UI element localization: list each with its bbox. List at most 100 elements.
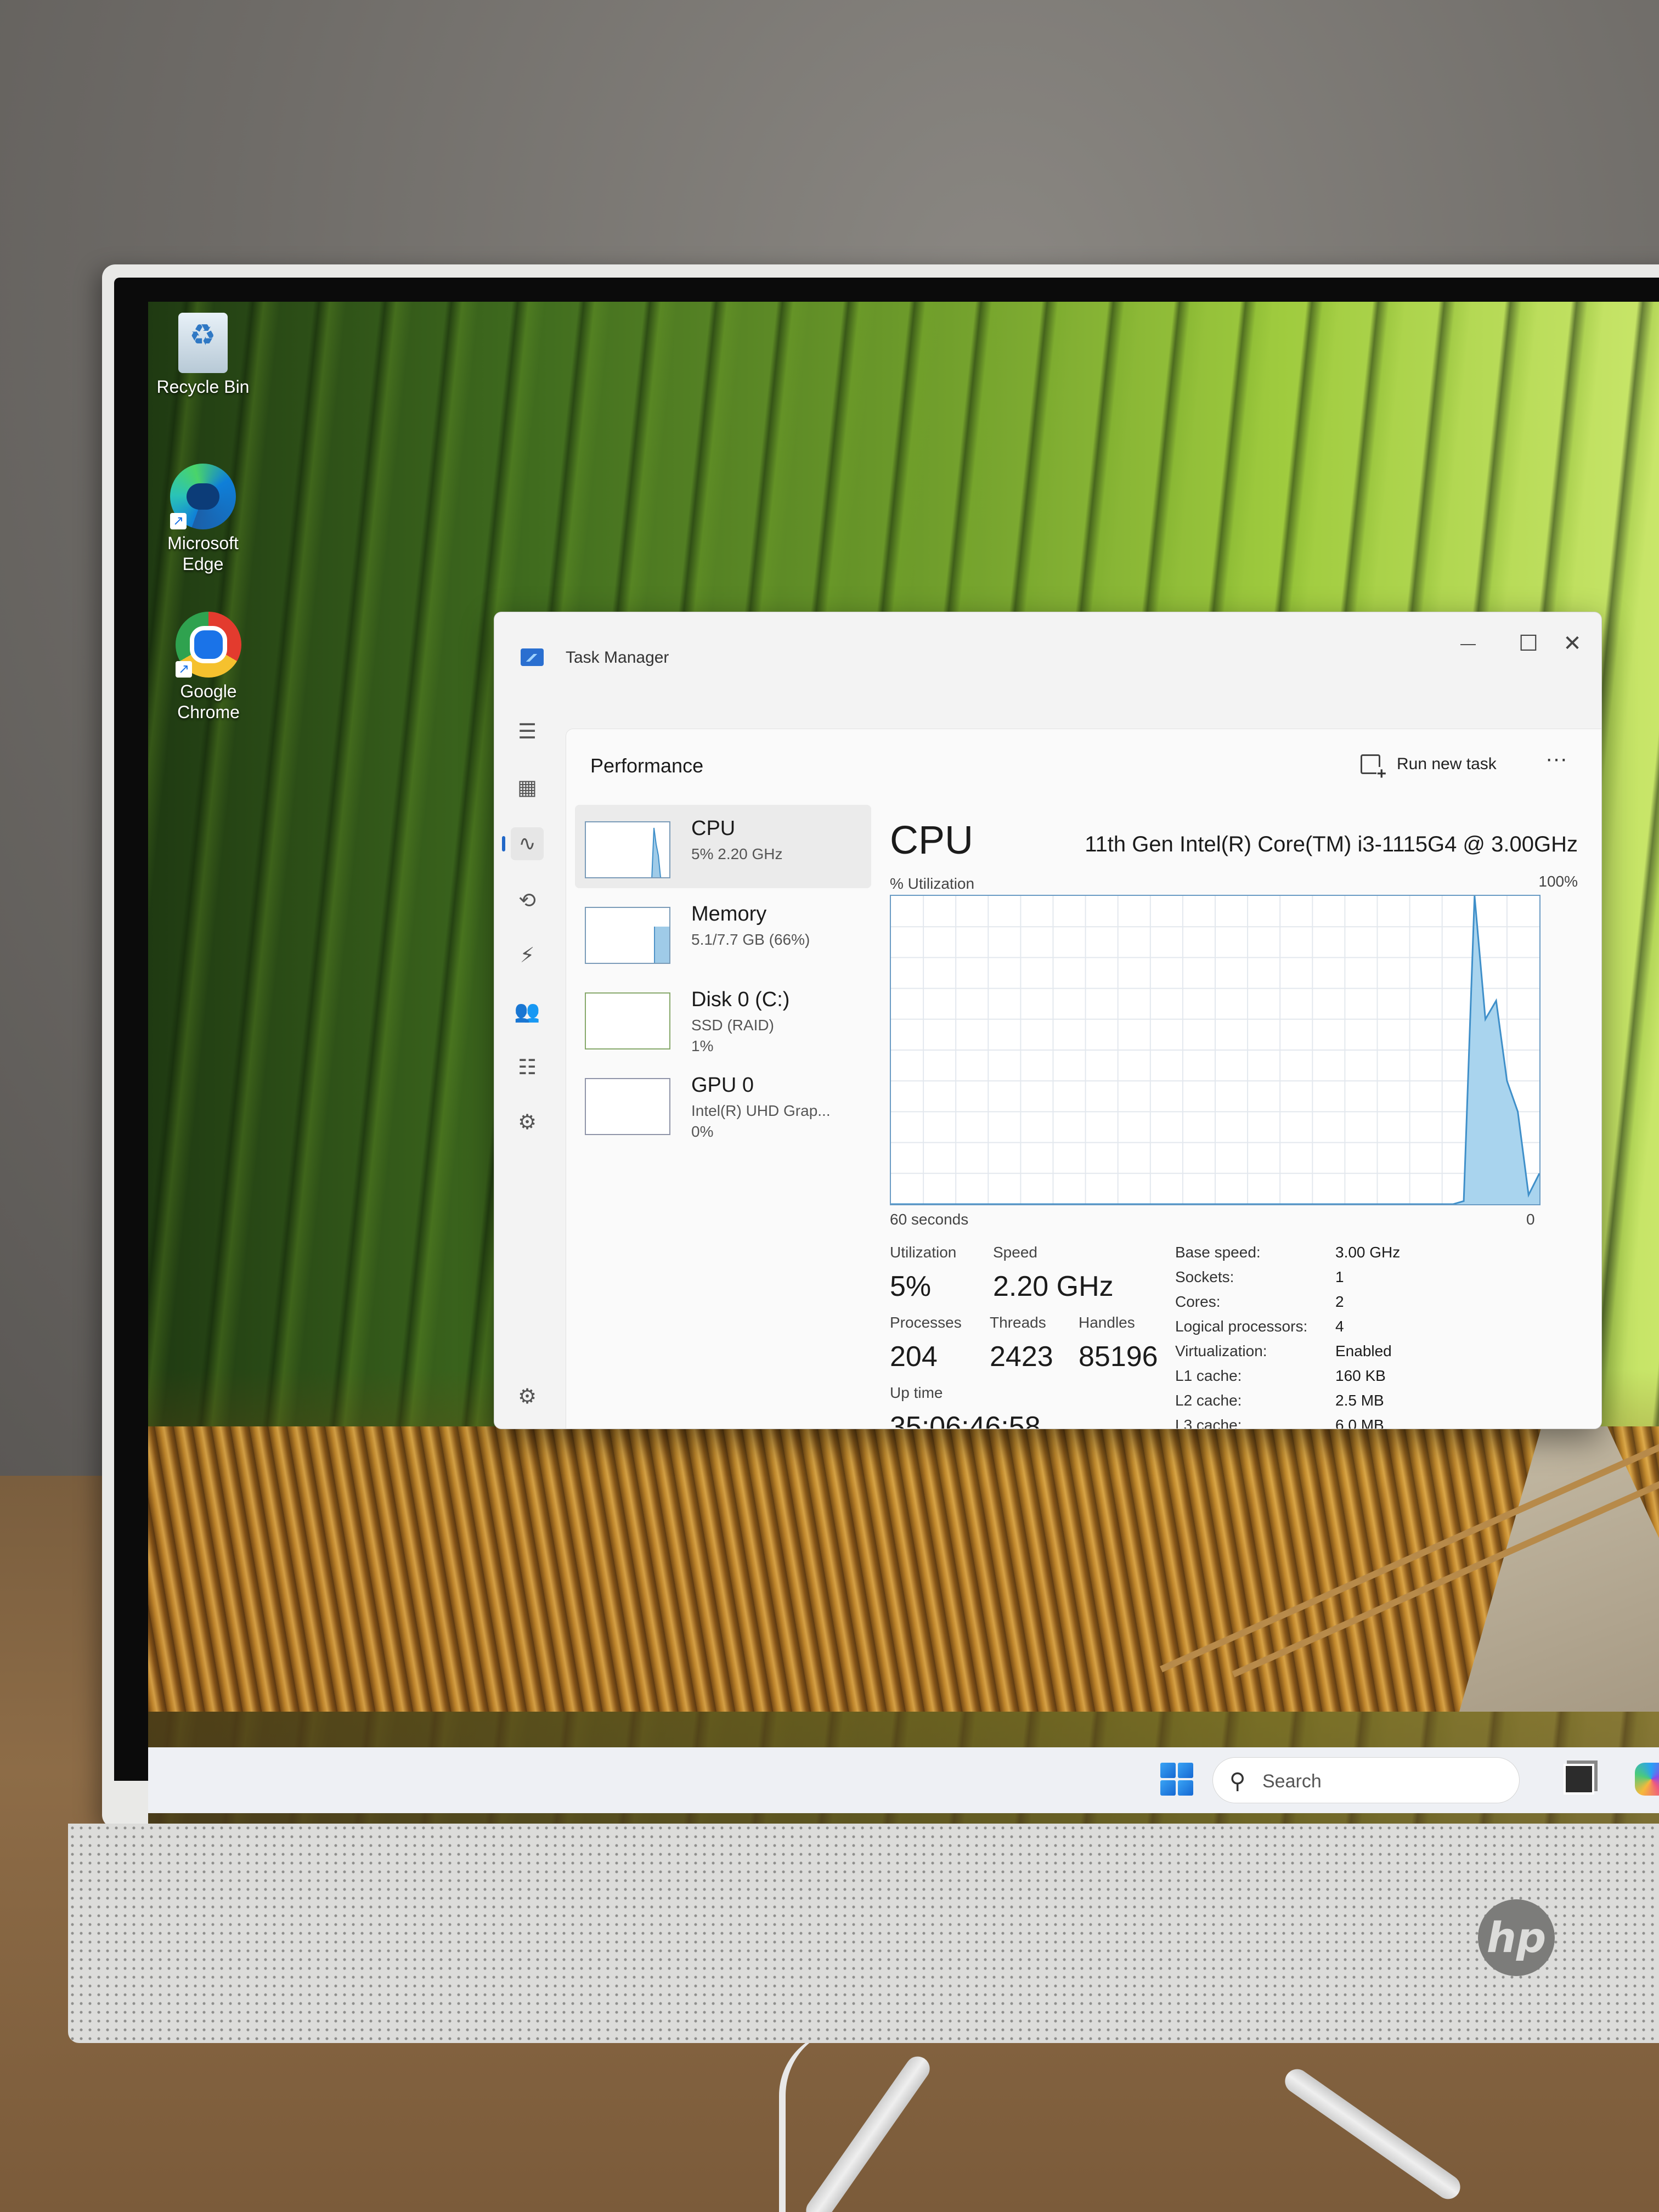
details-icon[interactable]: ☷ [511, 1051, 544, 1084]
settings-gear-icon[interactable]: ⚙ [511, 1380, 544, 1413]
title-bar[interactable]: Task Manager — ☐ ✕ [494, 612, 1601, 684]
stat-processes: Processes 204 [890, 1314, 962, 1373]
shortcut-arrow-icon: ↗ [176, 661, 192, 678]
detail-title: CPU [890, 819, 974, 862]
resource-summary: 5% 2.20 GHz [691, 845, 783, 862]
spec-value: 2.5 MB [1335, 1392, 1384, 1409]
maximize-button[interactable]: ☐ [1504, 624, 1553, 663]
spec-key: L3 cache: [1175, 1417, 1242, 1429]
spec-row: L2 cache: 2.5 MB [1175, 1392, 1559, 1417]
spec-value: 2 [1335, 1293, 1344, 1310]
resource-summary: Intel(R) UHD Grap... [691, 1102, 831, 1119]
run-new-task-button[interactable]: Run new task [1361, 748, 1497, 781]
resource-name: Disk 0 (C:) [691, 988, 790, 1011]
memory-level-bar [654, 927, 669, 963]
desktop-icon-google-chrome[interactable]: ↗ Google Chrome [154, 612, 263, 723]
app-history-icon[interactable]: ⟲ [511, 884, 544, 917]
performance-panel: Performance Run new task ··· CPU 5% 2.20… [566, 729, 1601, 1429]
spec-value: 6.0 MB [1335, 1417, 1384, 1429]
stat-label: Utilization [890, 1244, 957, 1261]
desktop-icon-microsoft-edge[interactable]: ↗ Microsoft Edge [148, 464, 258, 574]
resource-usage: 0% [691, 1123, 714, 1140]
search-placeholder: Search [1262, 1771, 1322, 1792]
task-manager-icon [521, 648, 544, 666]
resource-name: GPU 0 [691, 1074, 754, 1097]
spec-key: Logical processors: [1175, 1318, 1308, 1335]
stat-utilization: Utilization 5% [890, 1244, 956, 1303]
spec-value: 4 [1335, 1318, 1344, 1335]
desktop-icon-label: Recycle Bin [156, 377, 250, 397]
taskbar: ⚲ Search [148, 1747, 1659, 1813]
resource-item-gpu[interactable]: GPU 0 Intel(R) UHD Grap... 0% [575, 1062, 871, 1145]
spec-row: L3 cache: 6.0 MB [1175, 1417, 1559, 1429]
close-button[interactable]: ✕ [1548, 624, 1597, 663]
windows-start-icon[interactable] [1160, 1763, 1193, 1796]
graph-x-label-left: 60 seconds [890, 1211, 969, 1228]
graph-y-max-label: 100% [1538, 873, 1578, 890]
stat-threads: Threads 2423 [990, 1314, 1053, 1373]
processes-icon[interactable]: ▦ [511, 771, 544, 804]
resource-item-cpu[interactable]: CPU 5% 2.20 GHz [575, 805, 871, 888]
spec-row: Cores: 2 [1175, 1293, 1559, 1318]
spec-row: Logical processors: 4 [1175, 1318, 1559, 1342]
resource-thumbnail-graph [585, 821, 670, 878]
window-title: Task Manager [566, 648, 669, 667]
resource-summary: 5.1/7.7 GB (66%) [691, 931, 810, 948]
taskbar-search-box[interactable]: ⚲ Search [1212, 1757, 1520, 1803]
recycle-bin-icon [178, 313, 228, 373]
stat-label: Speed [993, 1244, 1037, 1261]
stat-speed: Speed 2.20 GHz [993, 1244, 1114, 1303]
new-task-icon [1361, 754, 1386, 781]
page-title: Performance [590, 754, 704, 777]
minimize-button[interactable]: — [1443, 624, 1493, 663]
chrome-icon: ↗ [176, 612, 241, 678]
hp-logo: hp [1478, 1899, 1555, 1976]
panel-header: Performance Run new task ··· [566, 729, 1601, 799]
cpu-thumbnail-sparkline [651, 827, 662, 877]
stat-value: 204 [890, 1341, 938, 1373]
stat-value: 35:06:46:58 [890, 1411, 1041, 1429]
stat-label: Processes [890, 1314, 962, 1331]
search-icon: ⚲ [1229, 1769, 1246, 1793]
cpu-specs-table: Base speed: 3.00 GHz Sockets: 1 Cores: 2 Lo… [1175, 1244, 1559, 1429]
stat-uptime: Up time 35:06:46:58 [890, 1384, 1041, 1429]
navigation-rail: ☰ ▦ ∿ ⟲ ⚡ 👥 ☷ ⚙ ⚙ [494, 684, 560, 1429]
stat-value: 2423 [990, 1341, 1053, 1373]
resource-thumbnail-graph [585, 992, 670, 1049]
spec-row: Sockets: 1 [1175, 1268, 1559, 1293]
edge-icon: ↗ [170, 464, 236, 529]
users-icon[interactable]: 👥 [511, 995, 544, 1028]
power-cable [779, 2030, 856, 2212]
resource-item-memory[interactable]: Memory 5.1/7.7 GB (66%) [575, 890, 871, 974]
stat-label: Threads [990, 1314, 1046, 1331]
resource-summary: SSD (RAID) [691, 1017, 774, 1034]
spec-row: Base speed: 3.00 GHz [1175, 1244, 1559, 1268]
stat-value: 2.20 GHz [993, 1271, 1114, 1302]
spec-key: L2 cache: [1175, 1392, 1242, 1409]
spec-key: Cores: [1175, 1293, 1221, 1310]
hamburger-menu-icon[interactable]: ☰ [511, 715, 544, 748]
spec-value: 160 KB [1335, 1367, 1386, 1384]
spec-value: 3.00 GHz [1335, 1244, 1401, 1261]
resource-name: CPU [691, 817, 736, 840]
spec-row: L1 cache: 160 KB [1175, 1367, 1559, 1392]
resource-name: Memory [691, 902, 767, 926]
spec-value: Enabled [1335, 1342, 1392, 1359]
cpu-utilization-graph [890, 895, 1541, 1205]
spec-key: L1 cache: [1175, 1367, 1242, 1384]
more-options-button[interactable]: ··· [1537, 748, 1576, 781]
desktop-screen: Recycle Bin ↗ Microsoft Edge ↗ Google Ch… [148, 302, 1659, 1827]
services-icon[interactable]: ⚙ [511, 1106, 544, 1139]
performance-icon[interactable]: ∿ [502, 827, 544, 860]
resource-list: CPU 5% 2.20 GHz Memory 5.1/7.7 GB (66%) … [575, 805, 871, 1147]
startup-apps-icon[interactable]: ⚡ [511, 939, 544, 972]
copilot-icon[interactable] [1635, 1763, 1659, 1796]
desktop-icon-recycle-bin[interactable]: Recycle Bin [148, 313, 258, 397]
task-view-icon[interactable] [1564, 1764, 1594, 1795]
stat-value: 5% [890, 1271, 932, 1302]
desktop-icon-label: Google Chrome [177, 681, 240, 722]
resource-item-disk[interactable]: Disk 0 (C:) SSD (RAID) 1% [575, 976, 871, 1059]
stat-handles: Handles 85196 [1079, 1314, 1158, 1373]
cpu-detail: CPU 11th Gen Intel(R) Core(TM) i3-1115G4… [890, 805, 1587, 1429]
spec-key: Virtualization: [1175, 1342, 1267, 1359]
